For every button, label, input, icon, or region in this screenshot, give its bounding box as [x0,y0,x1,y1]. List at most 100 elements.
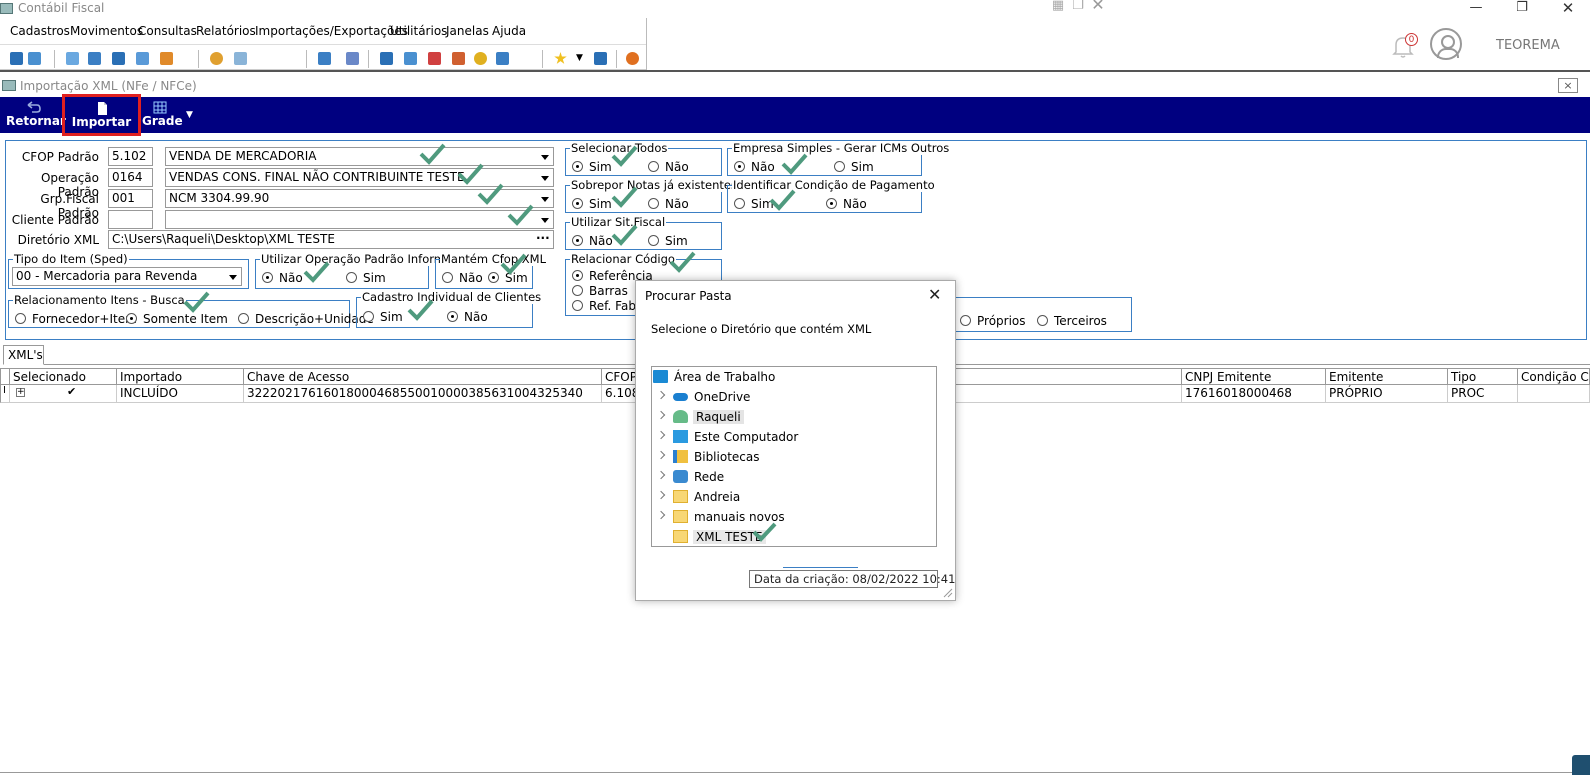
browse-button[interactable]: ··· [536,231,550,245]
checkbox-checked-icon[interactable]: ✔ [67,385,76,398]
grid-button[interactable]: Grade [142,97,183,133]
chevron-down-icon[interactable]: ▼ [576,53,583,63]
toolbar-icon-3[interactable] [66,52,79,65]
select-all-no[interactable]: Não [648,160,689,174]
tree-node-computer[interactable]: Este Computador [652,428,936,447]
cfop-code-input[interactable]: 5.102 [108,147,153,166]
relate-code-manufacturer[interactable]: Ref. Fabri [572,299,644,313]
close-icon[interactable]: ✕ [1548,0,1588,18]
operation-code-input[interactable]: 0164 [108,168,153,187]
toolbar-icon-19[interactable] [594,52,607,65]
clock-icon[interactable] [474,52,487,65]
calendar-icon[interactable] [428,52,441,65]
use-default-operation-yes[interactable]: Sim [346,271,386,285]
toolbar-icon-9[interactable] [234,52,247,65]
tree-node-manuais[interactable]: manuais novos [652,508,936,527]
restore-icon[interactable]: ❐ [1502,0,1542,18]
select-all-yes[interactable]: Sim [572,160,612,174]
toolbar-icon-10[interactable] [318,52,331,65]
simple-company-yes[interactable]: Sim [834,160,874,174]
ok-button-edge[interactable] [783,567,858,568]
col-imported[interactable]: Importado [117,368,244,385]
bell-icon[interactable]: 0 [1392,33,1418,59]
client-select[interactable] [165,210,554,229]
tree-node-network[interactable]: Rede [652,468,936,487]
menu-relatorios[interactable]: Relatórios [196,24,256,38]
toolbar-icon-1[interactable] [10,52,23,65]
gear-icon[interactable] [210,52,223,65]
fiscal-situation-yes[interactable]: Sim [648,234,688,248]
minimize-icon[interactable]: — [1456,0,1496,18]
chevron-down-icon[interactable]: ▼ [186,110,193,120]
payment-condition-no[interactable]: Não [826,197,867,211]
tree-node-onedrive[interactable]: OneDrive [652,388,936,407]
tab-xmls[interactable]: XML's [3,345,44,365]
chevron-right-icon[interactable] [656,490,666,500]
item-relation-supplier[interactable]: Fornecedor+Item [15,312,137,326]
menu-janelas[interactable]: Janelas [446,24,489,38]
restore-small-icon[interactable]: ❐ [1068,0,1088,16]
tree-node-xml-teste[interactable]: XML TESTE [652,522,936,547]
grid-menu-icon[interactable] [0,368,10,385]
tree-node-desktop[interactable]: Área de Trabalho [652,368,936,387]
chevron-right-icon[interactable] [656,410,666,420]
fiscal-situation-no[interactable]: Não [572,234,613,248]
origin-third[interactable]: Terceiros [1037,314,1107,328]
menu-cadastros[interactable]: Cadastros [10,24,70,38]
menu-importacoes[interactable]: Importações/Exportações [255,24,408,38]
expand-icon[interactable]: + [16,388,25,397]
toolbar-icon-6[interactable] [136,52,149,65]
col-condition[interactable]: Condição Cód [1518,368,1590,385]
menu-consultas[interactable]: Consultas [138,24,197,38]
power-icon[interactable] [626,52,639,65]
tree-node-raqueli[interactable]: Raqueli [652,408,936,427]
keep-cfop-no[interactable]: Não [442,271,483,285]
overwrite-yes[interactable]: Sim [572,197,612,211]
toolbar-icon-7[interactable] [160,52,173,65]
menu-movimentos[interactable]: Movimentos [70,24,143,38]
close-small-icon[interactable]: ✕ [1088,0,1108,15]
toolbar-icon-15[interactable] [452,52,465,65]
individual-client-yes[interactable]: Sim [363,310,403,324]
table-row-selected[interactable]: + ✔ [10,385,117,403]
toolbar-icon-4[interactable] [88,52,101,65]
menu-utilitarios[interactable]: Utilitários [390,24,447,38]
fiscal-group-code-input[interactable]: 001 [108,189,153,208]
toolbar-icon-2[interactable] [28,52,41,65]
resize-grip-icon[interactable] [941,586,953,598]
client-code-input[interactable] [108,210,153,229]
toolbar-icon-11[interactable] [346,52,359,65]
col-access-key[interactable]: Chave de Acesso [244,368,602,385]
menu-ajuda[interactable]: Ajuda [492,24,526,38]
individual-client-no[interactable]: Não [447,310,488,324]
item-relation-item-only[interactable]: Somente Item [126,312,228,326]
avatar[interactable] [1430,28,1462,60]
tree-node-libraries[interactable]: Bibliotecas [652,448,936,467]
chevron-right-icon[interactable] [656,510,666,520]
grid-icon[interactable]: ▦ [1048,0,1068,16]
col-type[interactable]: Tipo [1448,368,1518,385]
tree-node-andreia[interactable]: Andreia [652,488,936,507]
overwrite-no[interactable]: Não [648,197,689,211]
origin-own[interactable]: Próprios [960,314,1026,328]
chevron-right-icon[interactable] [656,470,666,480]
calculator-icon[interactable] [404,52,417,65]
use-default-operation-no[interactable]: Não [262,271,303,285]
col-issuer[interactable]: Emitente [1326,368,1448,385]
chevron-right-icon[interactable] [656,390,666,400]
dialog-close-button[interactable]: ✕ [928,285,941,304]
toolbar-icon-17[interactable] [496,52,509,65]
xml-dir-input[interactable]: C:\Users\Raqueli\Desktop\XML TESTE [108,230,554,249]
chevron-right-icon[interactable] [656,430,666,440]
subwindow-close-button[interactable]: × [1558,78,1578,93]
toolbar-icon-12[interactable] [380,52,393,65]
item-type-select[interactable]: 00 - Mercadoria para Revenda [12,267,242,286]
cfop-select[interactable]: VENDA DE MERCADORIA [165,147,554,166]
chevron-right-icon[interactable] [656,450,666,460]
col-selected[interactable]: Selecionado [10,368,117,385]
simple-company-no[interactable]: Não [734,160,775,174]
star-icon[interactable] [554,52,567,64]
back-button[interactable]: Retornar [6,97,66,133]
col-cnpj[interactable]: CNPJ Emitente [1182,368,1326,385]
import-button[interactable]: Importar [62,94,141,136]
